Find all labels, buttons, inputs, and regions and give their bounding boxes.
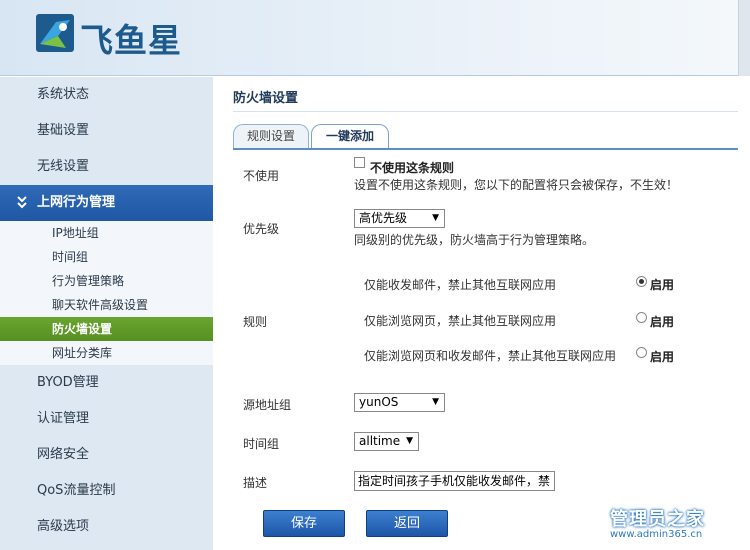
sidebar-item-qos[interactable]: QoS流量控制 — [0, 473, 213, 509]
rule-radio-email-only[interactable] — [636, 276, 647, 287]
sidebar-item-byod[interactable]: BYOD管理 — [0, 365, 213, 401]
sidebar-item-auth[interactable]: 认证管理 — [0, 401, 213, 437]
sidebar-item-label: 上网行为管理 — [37, 195, 116, 210]
dropdown-arrow-icon: ▼ — [432, 397, 439, 407]
time-group-select-value: alltime — [359, 434, 401, 448]
priority-select[interactable]: 高优先级 ▼ — [354, 209, 445, 228]
submenu-item-time-group[interactable]: 时间组 — [0, 245, 213, 269]
time-group-select[interactable]: alltime ▼ — [354, 432, 419, 451]
submenu: IP地址组 时间组 行为管理策略 聊天软件高级设置 防火墙设置 网址分类库 — [0, 221, 213, 365]
priority-select-value: 高优先级 — [359, 211, 408, 225]
disable-label: 不使用 — [243, 169, 280, 183]
submenu-item-url-category[interactable]: 网址分类库 — [0, 341, 213, 365]
page-title: 防火墙设置 — [233, 91, 299, 106]
disable-rule-checkbox[interactable] — [354, 157, 365, 168]
submenu-item-chat-advanced[interactable]: 聊天软件高级设置 — [0, 293, 213, 317]
window-scrollbar-top — [738, 0, 750, 76]
source-group-select-value: yunOS — [359, 395, 399, 409]
tab-rule-settings[interactable]: 规则设置 — [233, 124, 309, 148]
sidebar-item-system-status[interactable]: 系统状态 — [0, 77, 213, 113]
watermark-title: 管理员之家 — [610, 509, 705, 530]
rule-radio-label: 启用 — [650, 315, 675, 329]
watermark-url: www.admin365.cn — [610, 529, 703, 540]
description-label: 描述 — [243, 476, 268, 490]
rule-radio-web-and-email[interactable] — [636, 347, 647, 358]
tab-quick-add[interactable]: 一键添加 — [311, 124, 389, 148]
submenu-item-firewall[interactable]: 防火墙设置 — [0, 317, 213, 341]
rule-radio-label: 启用 — [650, 350, 675, 364]
rule-option-email-only: 仅能收发邮件，禁止其他互联网应用 — [364, 278, 557, 292]
sidebar-item-advanced[interactable]: 高级选项 — [0, 509, 213, 545]
sidebar-item-network-security[interactable]: 网络安全 — [0, 437, 213, 473]
disable-rule-checkbox-label: 不使用这条规则 — [370, 161, 455, 175]
priority-hint: 同级别的优先级，防火墙高于行为管理策略。 — [354, 233, 595, 247]
sidebar-item-behavior-management[interactable]: 上网行为管理 — [0, 185, 213, 221]
dropdown-arrow-icon: ▼ — [432, 213, 439, 223]
rule-radio-web-only[interactable] — [636, 312, 647, 323]
time-group-label: 时间组 — [243, 437, 280, 451]
priority-label: 优先级 — [243, 222, 280, 236]
sidebar-item-wireless-settings[interactable]: 无线设置 — [0, 149, 213, 185]
dropdown-arrow-icon: ▼ — [406, 436, 413, 446]
submenu-item-behavior-policy[interactable]: 行为管理策略 — [0, 269, 213, 293]
back-button[interactable]: 返回 — [366, 510, 448, 537]
sidebar: 系统状态 基础设置 无线设置 上网行为管理 IP地址组 时间组 行为管理策略 聊… — [0, 77, 213, 550]
brand-logo-text: 飞鱼星 — [80, 21, 182, 60]
rules-label: 规则 — [243, 315, 268, 329]
rule-option-web-and-email: 仅能浏览网页和收发邮件，禁止其他互联网应用 — [364, 349, 617, 363]
sidebar-item-basic-settings[interactable]: 基础设置 — [0, 113, 213, 149]
window-scrollbar[interactable] — [738, 77, 750, 550]
source-group-label: 源地址组 — [243, 398, 292, 412]
rule-option-web-only: 仅能浏览网页，禁止其他互联网应用 — [364, 314, 557, 328]
main-panel: 防火墙设置 规则设置 一键添加 不使用 不使用这条规则 设置不使用这条规则，您以… — [213, 77, 750, 550]
divider — [233, 111, 743, 112]
submenu-item-ip-group[interactable]: IP地址组 — [0, 221, 213, 245]
save-button[interactable]: 保存 — [263, 510, 345, 537]
description-input[interactable]: 指定时间孩子手机仅能收发邮件，禁 — [354, 471, 555, 491]
tab-underline — [233, 148, 738, 150]
disable-hint: 设置不使用这条规则，您以下的配置将只会被保存，不生效！ — [354, 178, 679, 192]
watermark: 管理员之家 www.admin365.cn — [610, 505, 705, 540]
source-group-select[interactable]: yunOS ▼ — [354, 393, 445, 412]
rule-radio-label: 启用 — [650, 278, 675, 292]
brand-logo-icon — [36, 14, 74, 52]
header: 飞鱼星 — [0, 0, 750, 76]
